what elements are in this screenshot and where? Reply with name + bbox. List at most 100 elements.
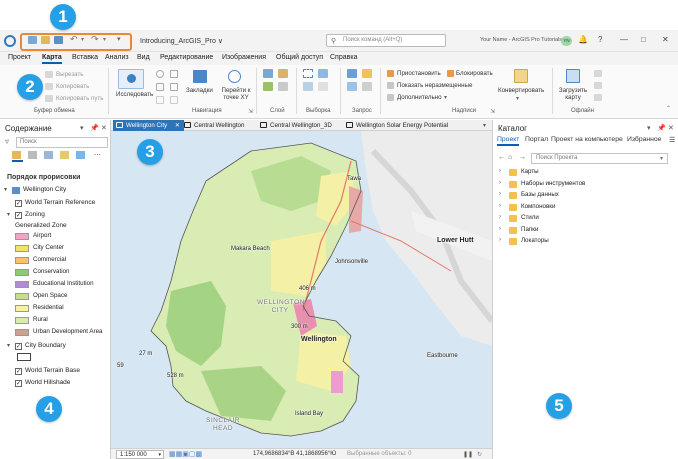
catalog-menu-icon[interactable]: ☰: [669, 136, 675, 144]
catalog-item[interactable]: › Локаторы: [493, 237, 678, 247]
expand-icon[interactable]: ›: [499, 203, 501, 209]
list-by-editing-icon[interactable]: [60, 151, 71, 162]
scale-selector[interactable]: 1:150 000 ▾: [116, 450, 164, 459]
bookmarks-button[interactable]: Закладки: [186, 87, 213, 94]
catalog-tab-computer[interactable]: Проект на компьютере: [551, 136, 623, 143]
more-dropdown-icon[interactable]: ▾: [444, 94, 447, 101]
copy-button[interactable]: Копировать: [56, 83, 89, 90]
catalog-item[interactable]: › Стили: [493, 214, 678, 224]
add-data-icon[interactable]: [263, 69, 273, 78]
select-by-location-icon[interactable]: [303, 82, 313, 91]
ribbon-tab-analysis[interactable]: Анализ: [105, 54, 129, 61]
legend-item[interactable]: Residential: [0, 304, 110, 314]
refresh-icon[interactable]: ↻: [477, 451, 482, 458]
collapse-icon[interactable]: ▾: [7, 211, 10, 218]
catalog-item[interactable]: › Компоновки: [493, 203, 678, 213]
measure-icon[interactable]: [347, 69, 357, 78]
select-icon[interactable]: [303, 69, 313, 78]
fixed-zoom-in-icon[interactable]: [170, 70, 178, 78]
ribbon-tab-map[interactable]: Карта: [42, 54, 62, 64]
layer-row[interactable]: ✓ World Hillshade: [0, 379, 110, 389]
minimize-button[interactable]: —: [620, 35, 628, 44]
basemap-icon[interactable]: [263, 82, 273, 91]
catalog-item[interactable]: › Наборы инструментов: [493, 180, 678, 190]
filter-icon[interactable]: ▿: [5, 137, 9, 146]
notifications-bell-icon[interactable]: 🔔: [578, 35, 588, 44]
tab-list-dropdown-icon[interactable]: ▾: [483, 122, 486, 129]
catalog-tab-portal[interactable]: Портал: [525, 136, 548, 143]
signed-in-user[interactable]: Your Name - ArcGIS Pro Tutorials: [480, 37, 562, 43]
list-by-source-icon[interactable]: [28, 151, 39, 162]
go-to-xy-button[interactable]: Перейти к точке XY: [220, 87, 252, 101]
add-preset-icon[interactable]: [278, 69, 288, 78]
add-graphics-layer-icon[interactable]: [278, 82, 288, 91]
legend-item[interactable]: Airport: [0, 232, 110, 242]
catalog-item[interactable]: › Карты: [493, 168, 678, 178]
sync-icon[interactable]: [594, 70, 602, 77]
expand-icon[interactable]: ›: [499, 237, 501, 243]
more-options-icon[interactable]: ⋯: [94, 151, 101, 159]
download-map-button[interactable]: Загрузить карту: [556, 87, 590, 101]
layer-visibility-checkbox[interactable]: ✓: [15, 368, 22, 375]
maximize-button[interactable]: □: [641, 35, 646, 44]
layer-visibility-checkbox[interactable]: ✓: [15, 200, 22, 207]
view-unplaced-button[interactable]: Показать неразмещенные: [397, 82, 472, 89]
lock-labels-button[interactable]: Блокировать: [456, 70, 493, 77]
expand-icon[interactable]: ›: [499, 180, 501, 186]
infographics-icon[interactable]: [362, 69, 372, 78]
legend-item[interactable]: Educational Institution: [0, 280, 110, 290]
pin-icon[interactable]: 📌: [657, 124, 666, 132]
layer-visibility-checkbox[interactable]: ✓: [15, 343, 22, 350]
catalog-search-input[interactable]: Поиск Проекта ▾: [531, 153, 668, 164]
forward-icon[interactable]: →: [519, 154, 526, 161]
ribbon-tab-imagery[interactable]: Изображения: [222, 54, 266, 61]
avatar[interactable]: YN: [561, 36, 572, 46]
previous-extent-icon[interactable]: [170, 83, 178, 91]
expand-icon[interactable]: ›: [499, 168, 501, 174]
catalog-tab-project[interactable]: Проект: [497, 136, 520, 146]
tab-central-wellington[interactable]: Central Wellington: [181, 120, 248, 131]
full-extent-icon[interactable]: [156, 70, 164, 78]
expand-icon[interactable]: ›: [499, 226, 501, 232]
layer-visibility-checkbox[interactable]: ✓: [15, 212, 22, 219]
collapse-ribbon-icon[interactable]: ⌃: [666, 105, 671, 112]
catalog-item[interactable]: › Папки: [493, 226, 678, 236]
coordinate-conversion-icon[interactable]: [362, 82, 372, 91]
pane-options-icon[interactable]: ▾: [647, 124, 651, 132]
layer-row[interactable]: ▾ ✓ Zoning: [0, 211, 110, 221]
explore-button[interactable]: Исследовать: [116, 91, 153, 98]
catalog-item[interactable]: › Базы данных: [493, 191, 678, 201]
layer-row[interactable]: ▾ ✓ City Boundary: [0, 342, 110, 352]
legend-item[interactable]: Commercial: [0, 256, 110, 266]
collapse-icon[interactable]: ▾: [4, 186, 7, 193]
legend-item[interactable]: Open Space: [0, 292, 110, 302]
convert-dropdown-icon[interactable]: ▾: [516, 95, 519, 102]
ribbon-tab-help[interactable]: Справка: [330, 54, 357, 61]
labeling-group-launcher-icon[interactable]: ⇲: [490, 108, 495, 115]
zoom-to-selection-icon[interactable]: [156, 96, 164, 104]
ribbon-tab-share[interactable]: Общий доступ: [276, 54, 323, 61]
pin-icon[interactable]: 📌: [90, 124, 99, 132]
navigate-group-launcher-icon[interactable]: ⇲: [248, 108, 253, 115]
catalog-tab-favorites[interactable]: Избранное: [627, 136, 661, 143]
locate-icon[interactable]: [347, 82, 357, 91]
legend-item[interactable]: Rural: [0, 316, 110, 326]
next-extent-icon[interactable]: [170, 96, 178, 104]
more-labeling-button[interactable]: Дополнительно: [397, 94, 442, 101]
close-tab-icon[interactable]: ✕: [175, 122, 180, 129]
tab-solar-energy-potential[interactable]: Wellington Solar Energy Potential: [343, 120, 452, 131]
expand-icon[interactable]: ›: [499, 214, 501, 220]
scale-dropdown-icon[interactable]: ▾: [158, 452, 161, 458]
copy-path-button[interactable]: Копировать путь: [56, 95, 104, 102]
ribbon-tab-edit[interactable]: Редактирование: [160, 54, 213, 61]
map-canvas[interactable]: Tawa Lower Hutt Makara Beach Johnsonvill…: [111, 131, 492, 448]
list-by-snapping-icon[interactable]: [76, 151, 87, 162]
command-search-input[interactable]: ⚲ Поиск команд (Alt+Q): [326, 34, 446, 47]
layer-row[interactable]: ✓ World Terrain Reference: [0, 199, 110, 209]
project-title[interactable]: Introducing_ArcGIS_Pro ∨: [140, 37, 223, 45]
map-node-wellington-city[interactable]: ▾ Wellington City: [0, 186, 110, 196]
ribbon-tab-project[interactable]: Проект: [8, 54, 31, 61]
collapse-icon[interactable]: ▾: [7, 342, 10, 349]
home-icon[interactable]: ⌂: [508, 154, 512, 161]
list-by-drawing-order-icon[interactable]: [12, 151, 23, 162]
